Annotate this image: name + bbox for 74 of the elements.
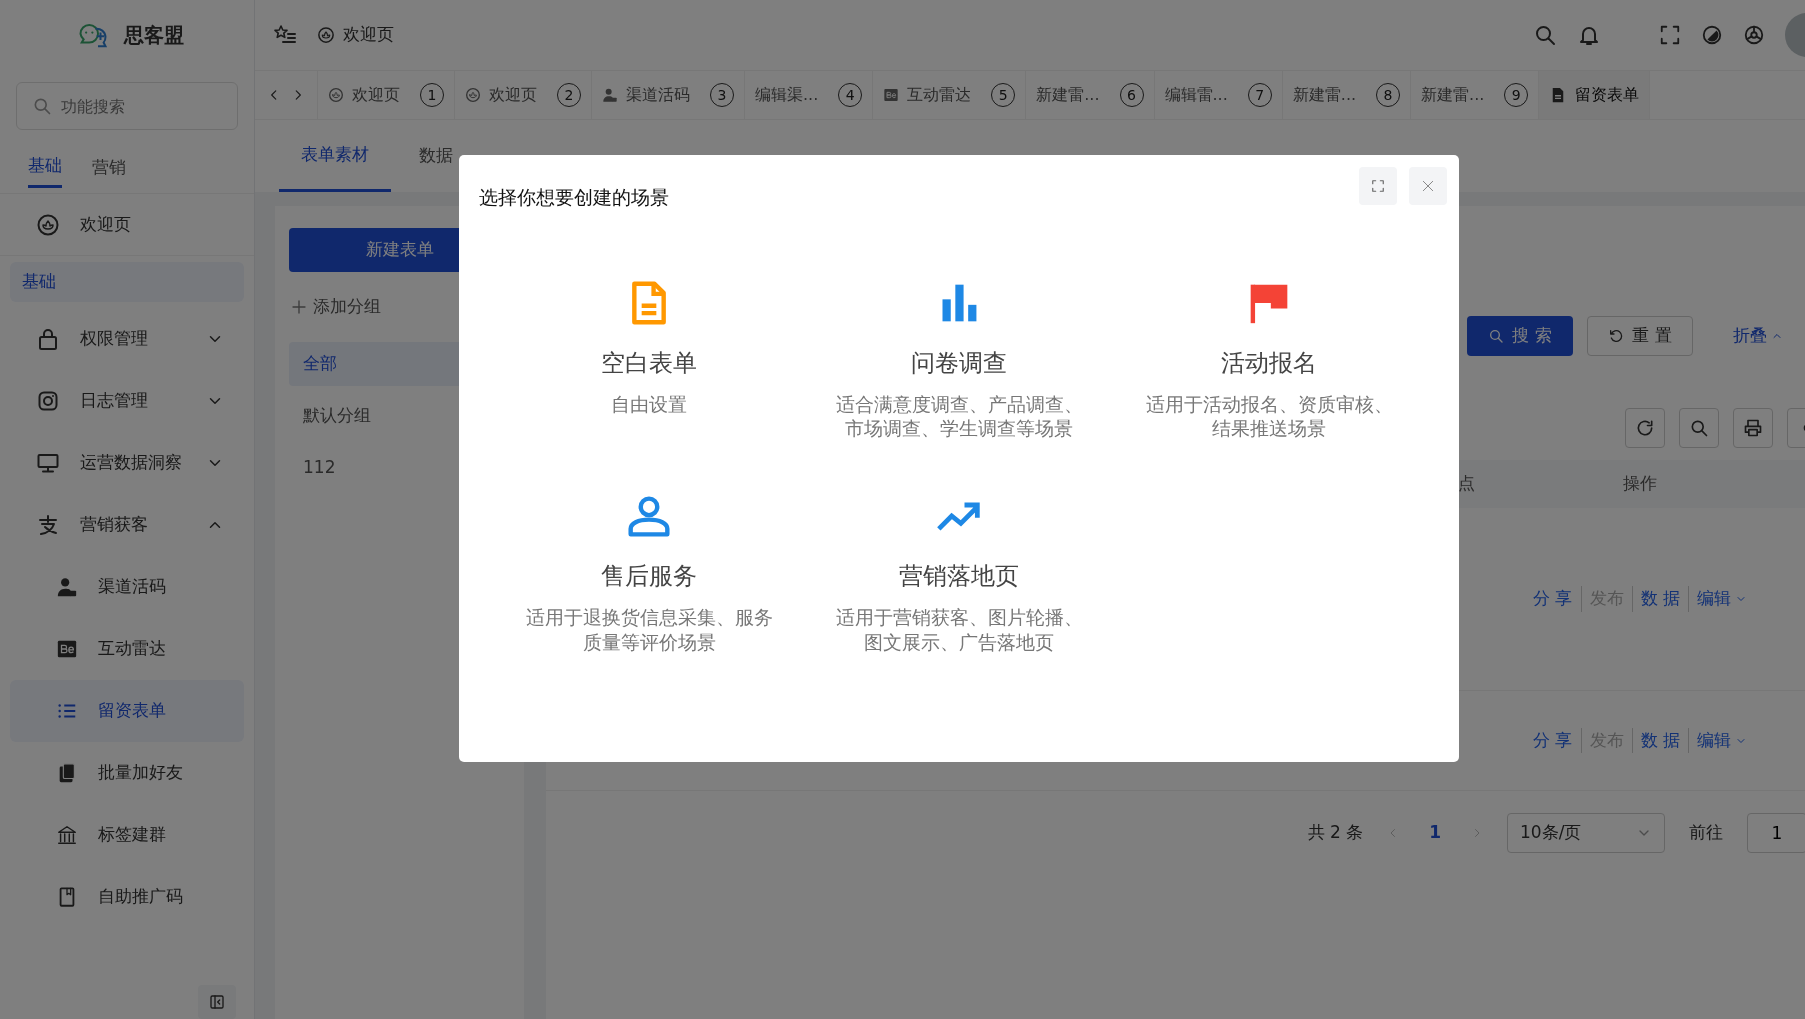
scene-option[interactable]: 售后服务 适用于退换货信息采集、服务质量等评价场景	[494, 493, 804, 658]
search-icon	[1488, 328, 1505, 344]
alipay-glyph-icon	[36, 513, 60, 537]
scene-option[interactable]: 营销落地页 适用于营销获客、图片轮播、图文展示、广告落地页	[804, 493, 1114, 658]
reset-icon	[1608, 328, 1625, 344]
be-icon	[56, 638, 78, 660]
page-tab[interactable]: 留资表单	[1539, 71, 1651, 119]
bank-icon	[56, 824, 78, 846]
half-circle-icon[interactable]	[1701, 24, 1723, 46]
action-link[interactable]: 分 享	[1533, 727, 1573, 754]
collapse-link[interactable]: 折叠	[1727, 322, 1789, 350]
person-icon	[56, 576, 78, 598]
menu-item[interactable]: 欢迎页	[0, 194, 254, 256]
menu-section-header: 基础	[10, 262, 244, 302]
column-header: 点	[1458, 472, 1475, 496]
content-tab[interactable]: 数据	[397, 120, 475, 192]
scene-option[interactable]: 问卷调查 适合满意度调查、产品调查、市场调查、学生调查等场景	[804, 279, 1114, 444]
close-icon	[1420, 178, 1436, 194]
person-icon	[627, 494, 671, 539]
search-icon[interactable]	[1533, 23, 1557, 47]
scene-option[interactable]: 活动报名 适用于活动报名、资质审核、结果推送场景	[1114, 279, 1424, 444]
page-size-select[interactable]: 10条/页	[1507, 813, 1665, 853]
fullscreen-icon	[1371, 179, 1385, 193]
dialog-title: 选择你想要创建的场景	[479, 185, 669, 210]
fullscreen-icon[interactable]	[1659, 24, 1681, 46]
menu-item[interactable]: 日志管理	[0, 370, 254, 432]
action-link[interactable]: 数 据	[1631, 586, 1680, 612]
menu-item[interactable]: 运营数据洞察	[0, 432, 254, 494]
search-button[interactable]: 搜 索	[1467, 316, 1573, 356]
page-input[interactable]: 1	[1747, 813, 1805, 853]
gear-icon[interactable]	[1743, 24, 1765, 46]
action-link[interactable]: 分 享	[1533, 586, 1573, 612]
goto-label: 前往	[1689, 821, 1723, 845]
lotus-icon	[317, 26, 335, 44]
sidebar-tab[interactable]: 基础	[28, 147, 62, 188]
lock-icon	[36, 327, 60, 351]
search-field[interactable]: 功能搜索	[16, 82, 238, 130]
search-icon	[32, 96, 52, 116]
collapse-icon	[209, 994, 225, 1011]
sidebar-tab[interactable]: 营销	[92, 148, 126, 187]
menu-item[interactable]: 标签建群	[0, 804, 254, 866]
printer-icon	[1743, 418, 1763, 438]
menu-item[interactable]: 营销获客	[0, 494, 254, 556]
refresh-button[interactable]	[1625, 408, 1665, 448]
menu-item[interactable]: 自助推广码	[0, 866, 254, 928]
be-icon	[883, 87, 900, 103]
collapse-sidebar-button[interactable]	[198, 985, 236, 1019]
printer-button[interactable]	[1733, 408, 1773, 448]
camera-icon	[36, 389, 60, 413]
logo-text: 思客盟	[124, 22, 184, 49]
reset-button[interactable]: 重 置	[1587, 316, 1693, 356]
page-number[interactable]: 1	[1423, 819, 1447, 847]
monitor-icon	[36, 451, 60, 475]
menu-item[interactable]: 留资表单	[10, 680, 244, 742]
search-button[interactable]	[1679, 408, 1719, 448]
lotus-icon	[328, 87, 344, 103]
action-link[interactable]: 编辑	[1687, 586, 1747, 612]
lotus-icon	[465, 87, 481, 103]
action-link[interactable]: 数 据	[1631, 727, 1680, 754]
column-header: 操作	[1622, 472, 1658, 496]
total-count: 共 2 条	[1307, 821, 1364, 845]
content-tab[interactable]: 表单素材	[279, 120, 391, 192]
menu-item[interactable]: 渠道活码	[0, 556, 254, 618]
lotus-icon	[36, 212, 60, 237]
group-item[interactable]: 112	[289, 445, 510, 490]
person-icon	[602, 87, 618, 103]
plus-icon	[291, 298, 307, 315]
refresh-icon	[1635, 418, 1655, 438]
menu-item[interactable]: 批量加好友	[0, 742, 254, 804]
breadcrumb-text: 欢迎页	[343, 23, 394, 47]
menu-item[interactable]: 互动雷达	[0, 618, 254, 680]
menu-item[interactable]: 权限管理	[0, 308, 254, 370]
action-link[interactable]: 编辑	[1687, 727, 1747, 754]
search-icon	[1689, 418, 1709, 438]
